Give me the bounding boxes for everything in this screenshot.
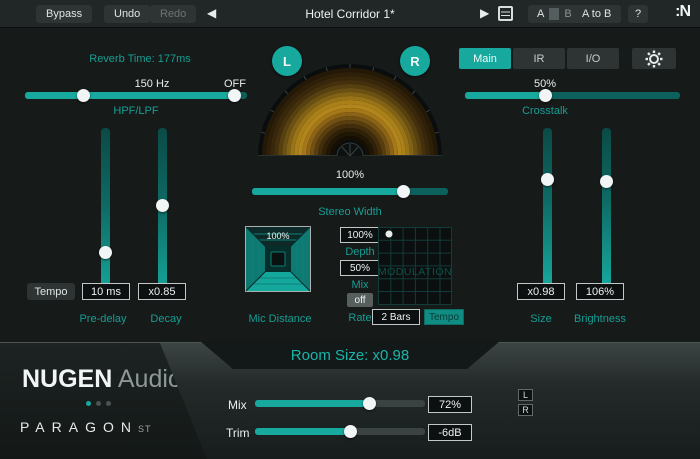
mix-fill xyxy=(255,400,369,407)
modulation-title: MODULATION xyxy=(378,266,452,278)
bypass-button[interactable]: Bypass xyxy=(36,5,92,23)
mic-distance-display[interactable]: 100% xyxy=(245,226,311,292)
reverb-response-display xyxy=(258,64,442,156)
crosstalk-handle[interactable] xyxy=(539,89,552,102)
brand-name: NUGEN Audio xyxy=(22,365,182,394)
ab-a-label: A xyxy=(532,8,549,20)
decay-label: Decay xyxy=(136,313,196,325)
mod-depth-value[interactable]: 100% xyxy=(340,227,380,243)
gear-icon xyxy=(645,50,663,68)
hpf-value: 150 Hz xyxy=(122,78,182,90)
decay-value[interactable]: x0.85 xyxy=(138,283,186,300)
hpf-lpf-slider[interactable] xyxy=(25,92,247,99)
settings-button[interactable] xyxy=(632,48,676,69)
mix-value[interactable]: 72% xyxy=(428,396,472,413)
mod-rate-value[interactable]: off xyxy=(347,293,373,307)
tab-main[interactable]: Main xyxy=(459,48,511,69)
modulation-dot-handle xyxy=(386,231,393,238)
brightness-handle[interactable] xyxy=(600,175,613,188)
stereo-width-label: Stereo Width xyxy=(300,206,400,218)
crosstalk-fill xyxy=(465,92,545,99)
mod-mix-value[interactable]: 50% xyxy=(340,260,380,276)
top-toolbar: Bypass Undo Redo ◀ Hotel Corridor 1* ▶ A… xyxy=(0,0,700,28)
meter-right-bar xyxy=(537,404,683,416)
mic-distance-value: 100% xyxy=(266,231,289,241)
lpf-handle[interactable] xyxy=(228,89,241,102)
mod-mix-label: Mix xyxy=(338,279,382,291)
mod-sync-value[interactable]: 2 Bars xyxy=(372,309,420,325)
a-to-b-button[interactable]: A to B xyxy=(572,5,621,23)
pre-delay-tempo-button[interactable]: Tempo xyxy=(27,283,75,300)
stereo-width-fill xyxy=(252,188,403,195)
mod-tempo-button[interactable]: Tempo xyxy=(424,309,464,325)
brightness-slider[interactable] xyxy=(602,128,611,288)
mix-label: Mix xyxy=(228,398,247,412)
stereo-width-handle[interactable] xyxy=(397,185,410,198)
nugen-logo-icon: :N xyxy=(675,3,690,21)
redo-button[interactable]: Redo xyxy=(150,5,196,23)
pre-delay-label: Pre-delay xyxy=(65,313,141,325)
stereo-width-slider[interactable] xyxy=(252,188,448,195)
brightness-label: Brightness xyxy=(565,313,635,325)
room-size-tab: Room Size: x0.98 xyxy=(200,341,500,369)
help-button[interactable]: ? xyxy=(628,5,648,23)
trim-fill xyxy=(255,428,350,435)
size-value[interactable]: x0.98 xyxy=(517,283,565,300)
brand-dots-icon xyxy=(86,401,111,406)
trim-label: Trim xyxy=(226,426,250,440)
pre-delay-slider[interactable] xyxy=(101,128,110,300)
meter-left: L xyxy=(518,389,683,401)
stereo-width-value: 100% xyxy=(325,169,375,181)
crosstalk-slider[interactable] xyxy=(465,92,680,99)
size-slider[interactable] xyxy=(543,128,552,288)
meter-right: R xyxy=(518,404,683,416)
trim-value[interactable]: -6dB xyxy=(428,424,472,441)
hpf-lpf-fill xyxy=(25,92,234,99)
size-handle[interactable] xyxy=(541,173,554,186)
paragon-plugin-window: Bypass Undo Redo ◀ Hotel Corridor 1* ▶ A… xyxy=(0,0,700,459)
hpf-lpf-label: HPF/LPF xyxy=(96,105,176,117)
tab-io[interactable]: I/O xyxy=(567,48,619,69)
pre-delay-handle[interactable] xyxy=(99,246,112,259)
mix-handle[interactable] xyxy=(363,397,376,410)
meter-right-label: R xyxy=(518,404,533,416)
decay-slider[interactable] xyxy=(158,128,167,300)
room-size-readout: Room Size: x0.98 xyxy=(291,347,409,364)
decay-handle[interactable] xyxy=(156,199,169,212)
size-label: Size xyxy=(511,313,571,325)
product-name: PARAGONST xyxy=(20,419,152,435)
mod-depth-label: Depth xyxy=(338,246,382,258)
prev-preset-icon[interactable]: ◀ xyxy=(207,6,216,20)
undo-button[interactable]: Undo xyxy=(104,5,150,23)
trim-slider[interactable] xyxy=(255,428,425,435)
brand-bold: NUGEN xyxy=(22,365,112,393)
hpf-handle[interactable] xyxy=(77,89,90,102)
modulation-pad[interactable]: MODULATION xyxy=(378,227,452,305)
preset-name[interactable]: Hotel Corridor 1* xyxy=(240,7,460,21)
product-suffix: ST xyxy=(138,424,152,434)
product-label: PARAGON xyxy=(20,419,138,435)
reverb-time-readout: Reverb Time: 177ms xyxy=(60,53,220,65)
brightness-value[interactable]: 106% xyxy=(576,283,624,300)
mic-distance-label: Mic Distance xyxy=(240,313,320,325)
next-preset-icon[interactable]: ▶ xyxy=(480,6,489,20)
meter-left-label: L xyxy=(518,389,533,401)
meter-left-bar xyxy=(537,389,683,401)
pre-delay-value[interactable]: 10 ms xyxy=(82,283,130,300)
tab-ir[interactable]: IR xyxy=(513,48,565,69)
preset-list-icon[interactable] xyxy=(498,6,513,21)
mix-slider[interactable] xyxy=(255,400,425,407)
ab-divider xyxy=(549,8,559,20)
crosstalk-label: Crosstalk xyxy=(505,105,585,117)
